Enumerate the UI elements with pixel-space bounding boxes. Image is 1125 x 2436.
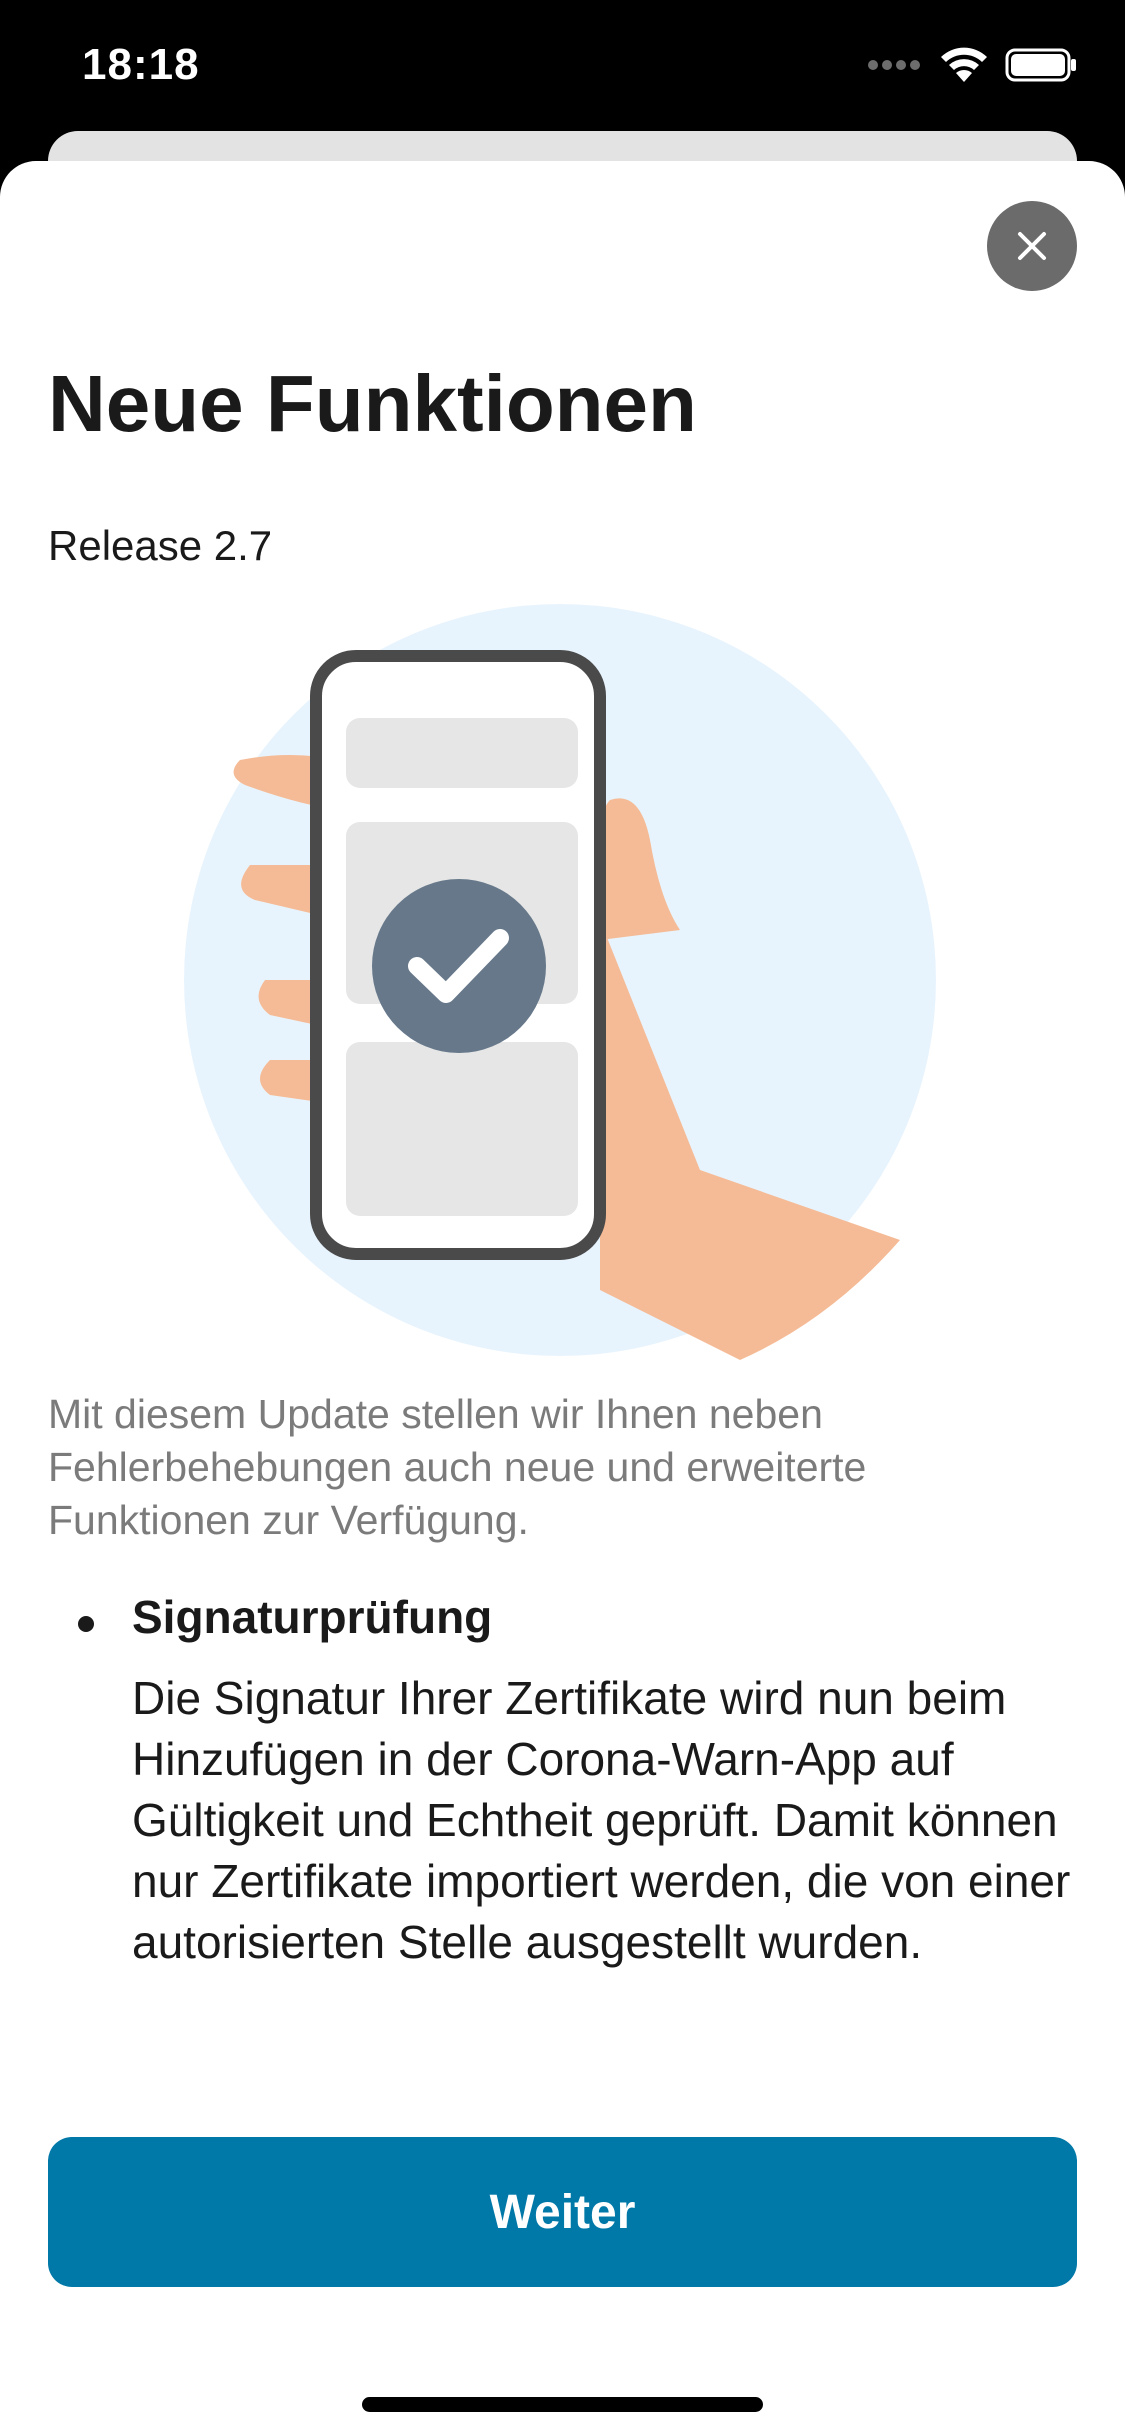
check-circle xyxy=(372,879,546,1053)
release-label: Release 2.7 xyxy=(48,522,273,569)
close-button[interactable] xyxy=(987,201,1077,291)
cellular-signal-icon xyxy=(868,60,920,70)
bullet-icon xyxy=(78,1616,94,1632)
wifi-icon xyxy=(941,47,987,82)
feature-description: Die Signatur Ihrer Zertifikate wird nun … xyxy=(132,1672,1071,1968)
phone-check-illustration xyxy=(184,604,936,1360)
close-icon xyxy=(1018,232,1046,260)
continue-button[interactable]: Weiter xyxy=(48,2137,1077,2287)
status-icons xyxy=(867,46,1077,84)
feature-title: Signaturprüfung xyxy=(132,1591,493,1643)
intro-text: Mit diesem Update stellen wir Ihnen nebe… xyxy=(48,1391,867,1543)
battery-icon xyxy=(1005,48,1076,82)
phone-card-3 xyxy=(346,1042,578,1216)
status-bar: 18:18 xyxy=(0,0,1125,140)
home-indicator[interactable] xyxy=(362,2397,763,2412)
phone-card-1 xyxy=(346,718,578,788)
status-time: 18:18 xyxy=(82,40,200,89)
page-title: Neue Funktionen xyxy=(48,359,697,448)
